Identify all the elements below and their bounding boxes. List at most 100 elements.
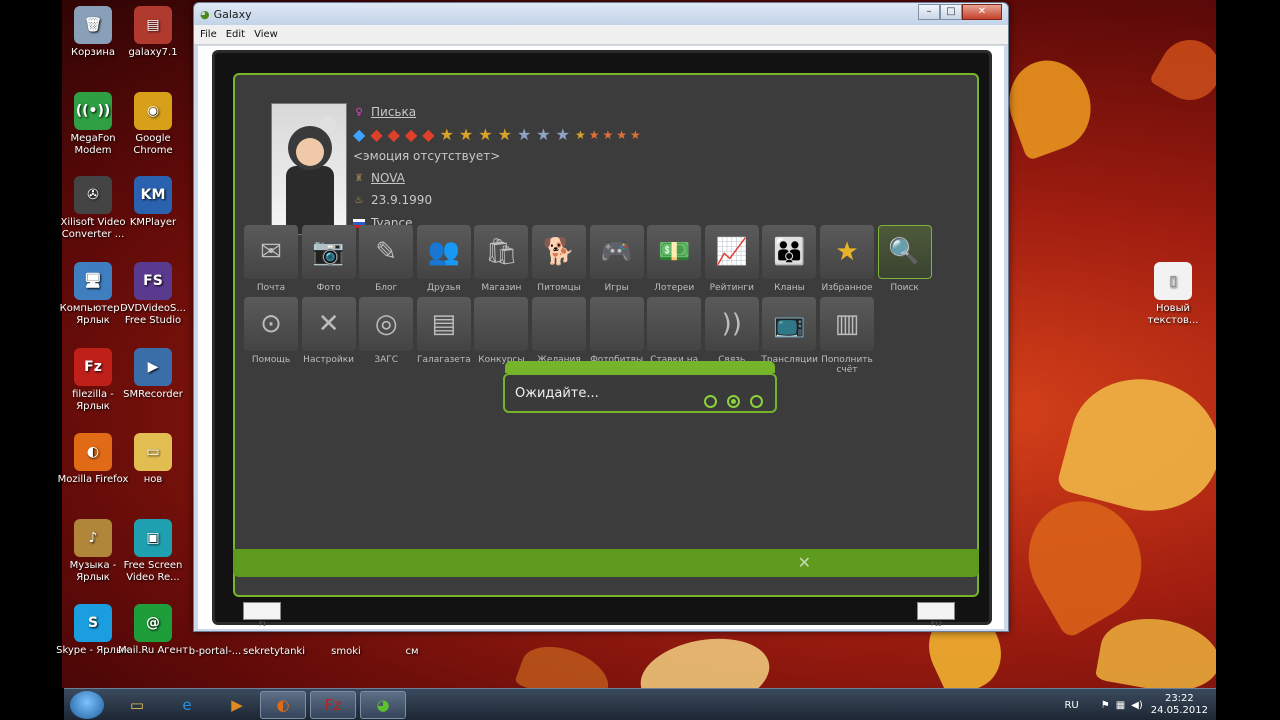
tile-blog[interactable]: ✎ Блог — [358, 225, 414, 293]
tile-wallet[interactable]: ▥ Пополнить счёт — [819, 297, 875, 375]
rank-gem-icon: ★ — [516, 125, 532, 144]
sport-bet-icon — [647, 297, 702, 351]
close-button[interactable]: ✕ — [962, 4, 1002, 20]
tile-label: ЗАГС — [374, 355, 399, 365]
desktop-icon-label[interactable]: smoki — [314, 646, 378, 658]
desktop-icon-label: Google Chrome — [133, 133, 173, 156]
menu-bar: File Edit View — [194, 25, 1008, 45]
f12-label: F12 — [931, 621, 943, 628]
tile-star[interactable]: ★ Избранное — [819, 225, 875, 293]
filezilla-icon[interactable]: Fz — [310, 691, 356, 719]
contest-icon — [474, 297, 529, 351]
avatar[interactable] — [271, 103, 347, 235]
rings-icon: ◎ — [359, 297, 414, 351]
desktop-icon[interactable]: FS DVDVideoS... Free Studio — [116, 262, 190, 327]
desktop-icon-label[interactable]: b-portal-... — [183, 646, 247, 658]
explorer-icon[interactable]: ▭ — [114, 691, 160, 719]
signal-icon: )) — [704, 297, 759, 351]
female-icon: ♀ — [355, 106, 363, 118]
rank-gem-icon: ◆ — [422, 125, 435, 144]
tile-search[interactable]: 🔍 Поиск — [877, 225, 933, 293]
emotion-text: <эмоция отсутствует> — [353, 149, 501, 163]
tile-label: Лотереи — [654, 283, 695, 293]
desktop-icon[interactable]: KM KMPlayer — [116, 176, 190, 229]
rank-gem-icon: ★ — [616, 128, 628, 142]
flag-icon[interactable]: ⚑ — [1101, 700, 1110, 711]
rank-gem-icon: ★ — [574, 128, 586, 142]
blog-icon: ✎ — [359, 225, 414, 279]
tile-pet[interactable]: 🐕 Питомцы — [531, 225, 587, 293]
network-icon[interactable]: ▦ — [1116, 700, 1125, 711]
tile-shop[interactable]: 🛍 Магазин — [473, 225, 529, 293]
menu-file[interactable]: File — [200, 29, 217, 40]
tile-tv[interactable]: 📺 Трансляции — [761, 297, 818, 365]
tile-lottery[interactable]: 💵 Лотереи — [646, 225, 702, 293]
desktop-icon-label[interactable]: sekretytanki — [242, 646, 306, 658]
galaxy-alien-icon[interactable]: ◕ — [360, 691, 406, 719]
screen-recorder-icon: ▣ — [134, 519, 172, 557]
tile-wish[interactable]: Желания — [531, 297, 587, 365]
desktop-icon-label: galaxy7.1 — [128, 47, 178, 58]
tv-icon: 📺 — [762, 297, 817, 351]
nickname-link[interactable]: Писька — [371, 105, 416, 119]
tile-label: Почта — [256, 283, 286, 293]
f1-button[interactable] — [243, 602, 281, 620]
tile-photobattle[interactable]: Фотобитвы — [589, 297, 645, 365]
tile-label: Галагазета — [416, 355, 471, 365]
tile-rating[interactable]: 📈 Рейтинги — [704, 225, 760, 293]
language-indicator[interactable]: RU — [1064, 700, 1078, 711]
menu-edit[interactable]: Edit — [226, 29, 245, 40]
firefox-icon[interactable]: ◐ — [260, 691, 306, 719]
desktop-icon[interactable]: ▣ Free Screen Video Re... — [116, 519, 190, 584]
menu-view[interactable]: View — [254, 29, 278, 40]
start-button[interactable] — [70, 691, 104, 719]
rank-gem-icon: ◆ — [387, 125, 400, 144]
desktop-icon-label: DVDVideoS... Free Studio — [120, 303, 186, 326]
rank-gem-icon: ★ — [439, 125, 454, 144]
tile-tools[interactable]: ✕ Настройки — [301, 297, 357, 365]
desktop-icon[interactable]: ▶ SMRecorder — [116, 348, 190, 401]
minimize-button[interactable]: – — [918, 4, 940, 20]
desktop-icon[interactable]: ▯ Новый текстов... — [1136, 262, 1210, 327]
window-title: Galaxy — [213, 7, 252, 21]
desktop-icon[interactable]: ◉ Google Chrome — [116, 92, 190, 157]
tile-lifebuoy[interactable]: ⊙ Помощь — [243, 297, 299, 365]
tile-signal[interactable]: )) Связь — [704, 297, 760, 365]
tile-rings[interactable]: ◎ ЗАГС — [358, 297, 414, 365]
firefox-icon: ◐ — [74, 433, 112, 471]
clock[interactable]: 23:22 24.05.2012 — [1151, 693, 1208, 717]
profile-panel: ♀ Писька ◆ ◆ ◆ ◆ ◆ ★ ★ ★ ★ ★ ★ ★ ★ ★ ★ ★ ★ <эмоция отсут… — [233, 73, 979, 597]
tile-friends[interactable]: 👥 Друзья — [416, 225, 472, 293]
tile-newspaper[interactable]: ▤ Галагазета — [416, 297, 472, 365]
desktop-icon[interactable]: ▤ galaxy7.1 — [116, 6, 190, 59]
tile-label: Пополнить счёт — [821, 355, 873, 375]
f12-button[interactable] — [917, 602, 955, 620]
screen-border-left — [0, 0, 62, 688]
film-reel-icon: ✇ — [74, 176, 112, 214]
desktop-icon[interactable]: ▭ нов — [116, 433, 190, 486]
desktop-icon[interactable]: @ Mail.Ru Агент — [116, 604, 190, 657]
rank-gem-icon: ◆ — [404, 125, 418, 144]
pet-icon: 🐕 — [532, 225, 586, 279]
ie-icon[interactable]: e — [164, 691, 210, 719]
rank-gem-icon: ★ — [630, 128, 641, 142]
tile-contest[interactable]: Конкурсы — [473, 297, 529, 365]
tile-gamepad[interactable]: 🎮 Игры — [589, 225, 645, 293]
filezilla-icon: Fz — [74, 348, 112, 386]
close-x-icon[interactable]: ✕ — [798, 553, 811, 572]
media-player-icon[interactable]: ▶ — [214, 691, 260, 719]
window-titlebar[interactable]: ◕ Galaxy – □ ✕ — [194, 3, 1008, 25]
desktop-icon-label[interactable]: см — [380, 646, 444, 658]
tile-camera[interactable]: 📷 Фото — [301, 225, 357, 293]
text-file-icon: ▯ — [1154, 262, 1192, 300]
lifebuoy-icon: ⊙ — [244, 297, 298, 351]
clock-date: 24.05.2012 — [1150, 705, 1208, 716]
clan-link[interactable]: NOVA — [371, 171, 405, 185]
cake-icon: ♨ — [354, 194, 364, 206]
friends-icon: 👥 — [416, 225, 471, 279]
birthday-row: ♨ 23.9.1990 — [353, 193, 433, 207]
tile-clans[interactable]: 👪 Кланы — [761, 225, 817, 293]
tile-mail[interactable]: ✉ Почта — [243, 225, 299, 293]
maximize-button[interactable]: □ — [940, 4, 962, 20]
volume-icon[interactable]: ◀) — [1131, 700, 1143, 711]
